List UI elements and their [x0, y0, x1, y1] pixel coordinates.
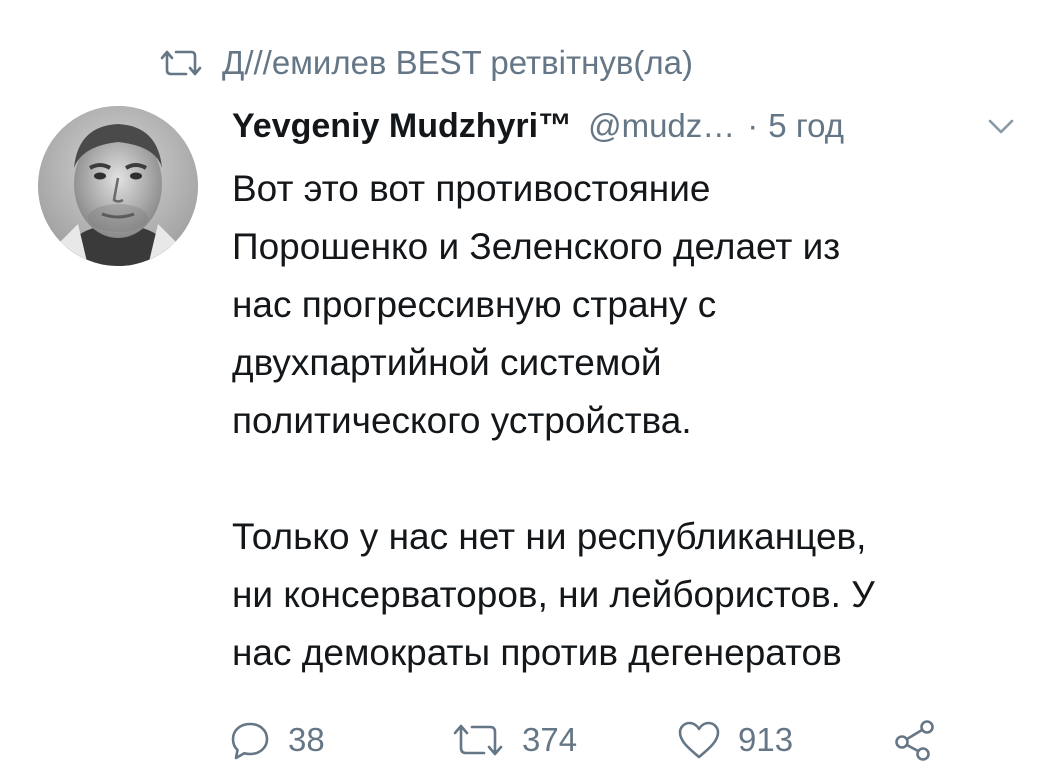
reply-count: 38 — [288, 721, 325, 758]
author-display-name[interactable]: Yevgeniy Mudzhyri™ — [232, 107, 572, 146]
tweet-paragraph: Только у нас нет ни республиканцев, ни к… — [232, 516, 875, 673]
tweet-header: Yevgeniy Mudzhyri™ @mudz… · 5 год — [232, 98, 1022, 154]
share-icon — [895, 720, 934, 761]
avatar[interactable] — [38, 106, 198, 266]
heart-icon — [678, 721, 720, 759]
reply-icon — [231, 722, 269, 760]
tweet-actions: 38 374 913 — [228, 712, 988, 768]
share-button[interactable] — [892, 712, 938, 768]
avatar-photo — [38, 106, 198, 266]
like-count: 913 — [738, 721, 794, 758]
tweet-timestamp[interactable]: 5 год — [768, 107, 844, 145]
reply-button[interactable]: 38 — [228, 712, 325, 768]
retweet-count: 374 — [522, 721, 578, 758]
retweet-context[interactable]: Д///емилев BEST ретвітнув(ла) — [158, 38, 693, 88]
tweet-text: Вот это вот противостояние Порошенко и З… — [232, 160, 1032, 682]
retweet-icon — [160, 50, 202, 76]
retweeted-by-text: Д///емилев BEST ретвітнув(ла) — [222, 44, 693, 81]
like-button[interactable]: 913 — [676, 712, 793, 768]
chevron-down-icon[interactable] — [984, 112, 1018, 140]
retweet-icon — [453, 724, 503, 756]
header-separator: · — [747, 107, 759, 144]
author-handle[interactable]: @mudz… — [588, 107, 735, 145]
tweet-paragraph: Вот это вот противостояние Порошенко и З… — [232, 168, 841, 441]
retweet-button[interactable]: 374 — [450, 712, 577, 768]
